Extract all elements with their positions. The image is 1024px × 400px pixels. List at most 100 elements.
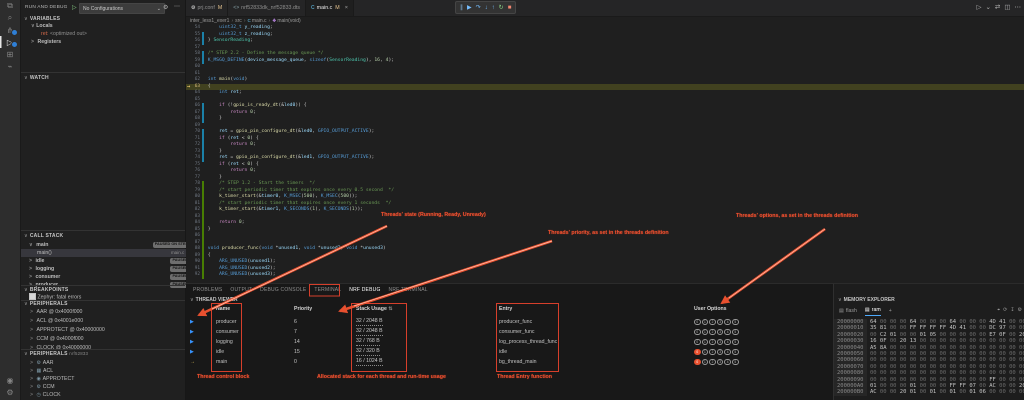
memory-tab-flash[interactable]: ▤flash — [839, 307, 857, 316]
run-options-chevron-icon[interactable]: ⌄ — [985, 3, 990, 11]
byte-value: 00 — [936, 338, 946, 344]
call-stack-section-header[interactable]: ∨CALL STACK — [24, 233, 63, 239]
peripheral-item[interactable]: > ◉APPROTECT — [21, 375, 185, 383]
peripheral-item[interactable]: > ⚙AAR — [21, 359, 185, 367]
call-stack-frame[interactable]: main()main.c63:1 — [21, 249, 201, 257]
call-stack-thread[interactable]: > idlePAUSED — [21, 257, 193, 265]
thread-viewer-header[interactable]: ∨THREAD VIEWER — [190, 297, 238, 303]
stack-usage-link[interactable]: 32 / 2048 B — [356, 329, 383, 336]
continue-icon[interactable]: ▶ — [467, 5, 472, 11]
option-flag-circle: 1 — [702, 359, 709, 366]
thread-row[interactable]: ▶logging1432 / 768 Blog_process_thread_f… — [186, 337, 832, 347]
open-changes-icon[interactable]: ⇄ — [995, 3, 1000, 11]
sidebar-more-icon[interactable]: ⋯ — [174, 3, 180, 10]
byte-value: 00 — [986, 357, 996, 363]
byte-value: 00 — [897, 351, 907, 357]
source-control-icon[interactable]: ⋔ — [0, 24, 20, 36]
stack-usage-link[interactable]: 32 / 2048 B — [356, 319, 383, 326]
memory-explorer-header[interactable]: ∨MEMORY EXPLORER — [838, 297, 895, 303]
step-into-icon[interactable]: ↓ — [485, 5, 488, 11]
breadcrumb[interactable]: inter_less1_exer1›src›Cmain.c›❖main(void… — [190, 17, 301, 25]
call-stack-thread[interactable]: > loggingPAUSED — [21, 265, 193, 273]
peripheral-item[interactable]: > AAR @ 0x4000f000 — [21, 308, 185, 316]
variable-row[interactable]: ret: <optimized out> — [21, 30, 205, 38]
peripherals-section-header[interactable]: ∨PERIPHERALS — [24, 301, 68, 307]
thread-row[interactable]: ▶consumer732 / 2048 Bconsumer_func012345 — [186, 327, 832, 337]
gear-file-icon: ⚙ — [191, 5, 195, 11]
breadcrumb-item[interactable]: src — [235, 18, 242, 24]
stack-usage-link[interactable]: 32 / 768 B — [356, 339, 380, 346]
watch-section-header[interactable]: ∨WATCH — [24, 75, 49, 81]
add-memory-view-button[interactable]: + — [889, 307, 892, 316]
locals-group[interactable]: ∨ Locals — [21, 22, 195, 30]
byte-value: 00 — [976, 319, 986, 325]
memory-hex-dump[interactable]: 2000000064 00 00 00 64 00 00 00 64 00 00… — [834, 319, 1024, 396]
thread-row[interactable]: ▶producer632 / 2048 Bproducer_func012345 — [186, 317, 832, 327]
peripheral-item[interactable]: > CCM @ 0x4000f000 — [21, 335, 185, 343]
editor-tab[interactable]: <>nrf52833dk_nrf52833.dts — [228, 0, 306, 16]
call-stack-thread[interactable]: > consumerPAUSED — [21, 273, 193, 281]
stack-usage-column-header[interactable]: Stack Usage ⇅ — [356, 306, 499, 312]
stack-usage-link[interactable]: 32 / 320 B — [356, 349, 380, 356]
peripheral-item[interactable]: > ⚙CCM — [21, 383, 185, 391]
activity-bar: ⧉⌕⋔▷⊞⌁ ◉⚙ — [0, 0, 21, 400]
panel-tab-nrf-terminal[interactable]: NRF TERMINAL — [389, 287, 428, 293]
pause-icon[interactable]: ∥ — [460, 5, 463, 11]
run-file-icon[interactable]: ▷ — [976, 3, 981, 11]
peripheral-item[interactable]: > ACL @ 0x4001e000 — [21, 317, 185, 325]
restart-icon[interactable]: ↻ — [499, 5, 504, 11]
close-icon[interactable]: × — [345, 5, 348, 11]
split-editor-icon[interactable]: ◫ — [1004, 3, 1010, 11]
goto-address-icon[interactable]: ⌖ — [997, 307, 1000, 313]
more-actions-icon[interactable]: ⋯ — [1015, 3, 1022, 11]
debug-config-dropdown[interactable]: No Configurations ⌄ — [79, 3, 165, 14]
panel-tab-output[interactable]: OUTPUT — [230, 287, 252, 293]
priority-column-header[interactable]: Priority — [294, 306, 356, 312]
extensions-icon[interactable]: ⊞ — [0, 48, 20, 60]
entry-column-header[interactable]: Entry — [499, 306, 694, 312]
save-memory-icon[interactable]: ↧ — [1010, 307, 1014, 313]
thread-row[interactable]: ▶idle1532 / 320 Bidle012345 — [186, 347, 832, 357]
peripheral-item[interactable]: > APPROTECT @ 0x40000000 — [21, 326, 185, 334]
byte-value: 00 — [946, 345, 956, 351]
search-icon[interactable]: ⌕ — [0, 12, 20, 24]
panel-tab-nrf-debug[interactable]: NRF DEBUG — [349, 287, 380, 293]
refresh-icon[interactable]: ⟳ — [1003, 307, 1007, 313]
explorer-icon[interactable]: ⧉ — [0, 0, 20, 12]
panel-tab-problems[interactable]: PROBLEMS — [193, 287, 222, 293]
run-and-debug-icon[interactable]: ▷ — [0, 36, 20, 48]
debug-settings-gear-icon[interactable]: ⚙ — [163, 4, 168, 11]
breadcrumb-item[interactable]: ❖main(void) — [272, 18, 300, 24]
editor-tab[interactable]: Cmain.cM× — [306, 0, 354, 16]
peripherals2-section-header[interactable]: ∨PERIPHERALS nrf52833 — [24, 351, 88, 357]
breakpoint-checkbox[interactable] — [29, 293, 36, 300]
memory-tab-ram[interactable]: ▤ram — [865, 307, 881, 316]
byte-value: 00 — [936, 332, 946, 338]
panel-tab-debug-console[interactable]: DEBUG CONSOLE — [260, 287, 306, 293]
breadcrumb-item[interactable]: Cmain.c — [247, 18, 266, 24]
registers-group[interactable]: > Registers — [21, 38, 195, 46]
stack-usage-link[interactable]: 16 / 1024 B — [356, 359, 383, 366]
user-options-column-header[interactable]: User Options — [694, 306, 832, 312]
thread-row[interactable]: →main016 / 1024 Bbg_thread_main012345 — [186, 357, 832, 367]
manage-gear-icon[interactable]: ⚙ — [0, 386, 20, 398]
remote-explorer-icon[interactable]: ⌁ — [0, 60, 20, 72]
breadcrumb-item[interactable]: inter_less1_exer1 — [190, 18, 229, 24]
byte-value: 00 — [956, 351, 966, 357]
editor-tab[interactable]: ⚙prj.confM — [186, 0, 228, 16]
start-debug-icon[interactable]: ▷ — [72, 4, 77, 11]
token: gpio_pin_configure_dt — [236, 155, 295, 160]
panel-tab-terminal[interactable]: TERMINAL — [314, 287, 341, 293]
account-icon[interactable]: ◉ — [0, 374, 20, 386]
memory-settings-icon[interactable]: ⚙ — [1018, 307, 1022, 313]
stop-icon[interactable]: ■ — [508, 5, 512, 11]
peripheral-item[interactable]: > ◷CLOCK — [21, 391, 185, 399]
peripheral-item[interactable]: > ▦ACL — [21, 367, 185, 375]
step-over-icon[interactable]: ↷ — [476, 5, 481, 11]
call-stack-thread[interactable]: ∨ mainPAUSED ON STEP — [21, 241, 193, 249]
step-out-icon[interactable]: ↑ — [492, 5, 495, 11]
name-column-header[interactable]: Name — [216, 306, 294, 312]
byte-value: 00 — [887, 351, 897, 357]
byte-value: 00 — [887, 325, 897, 331]
code-area[interactable]: 54 uint32_t y_reading;55 uint32_t z_read… — [186, 25, 1024, 279]
